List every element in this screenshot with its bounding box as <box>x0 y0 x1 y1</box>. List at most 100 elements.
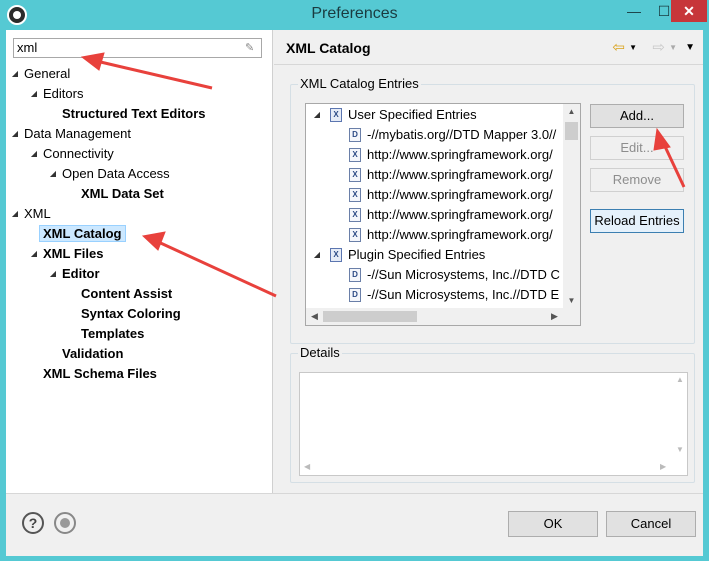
add-button[interactable]: Add... <box>590 104 684 128</box>
button-bar-separator <box>6 493 703 494</box>
catalog-entry-label: -//mybatis.org//DTD Mapper 3.0// <box>367 127 557 142</box>
catalog-entry-label: User Specified Entries <box>348 107 477 122</box>
tree-item-label: Open Data Access <box>62 166 170 181</box>
catalog-entry-row[interactable]: Xhttp://www.springframework.org/ <box>306 185 564 205</box>
tree-item-label: Content Assist <box>81 286 173 301</box>
tree-expand-icon[interactable]: ◢ <box>48 164 58 184</box>
tree-item-label: XML Catalog <box>39 225 126 242</box>
xml-catalog-entries-group: XML Catalog Entries ◢ X User Specified Ent… <box>290 76 695 344</box>
tree-item-label: General <box>24 66 71 81</box>
xsd-file-icon: X <box>349 168 361 182</box>
tree-item[interactable]: Editor <box>62 264 100 284</box>
horizontal-scroll-thumb[interactable] <box>323 311 417 322</box>
title-bar: Preferences — ☐ ✕ <box>0 0 709 30</box>
catalog-entry-row[interactable]: Xhttp://www.springframework.org/ <box>306 145 564 165</box>
edit-button[interactable]: Edit... <box>590 136 684 160</box>
clear-filter-icon[interactable]: ✎ <box>245 41 257 55</box>
tree-item[interactable]: XML <box>24 204 51 224</box>
tree-expand-icon[interactable]: ◢ <box>10 124 20 144</box>
dtd-file-icon: D <box>349 128 361 142</box>
import-export-preferences-icon[interactable] <box>54 512 76 534</box>
tree-expand-icon[interactable]: ◢ <box>29 144 39 164</box>
catalog-entry-label: http://www.springframework.org/ <box>367 187 553 202</box>
remove-button[interactable]: Remove <box>590 168 684 192</box>
tree-item[interactable]: XML Files <box>43 244 103 264</box>
tree-item[interactable]: Syntax Coloring <box>81 304 181 324</box>
tree-item[interactable]: Validation <box>62 344 123 364</box>
catalog-group-row[interactable]: X User Specified Entries <box>306 105 564 125</box>
tree-item[interactable]: Connectivity <box>43 144 114 164</box>
filter-input-text: xml <box>17 40 38 55</box>
window-title: Preferences <box>311 5 398 22</box>
back-arrow-icon[interactable]: ⇦ <box>612 39 625 57</box>
scroll-left-icon[interactable]: ◀ <box>306 308 323 325</box>
details-group-label: Details <box>298 345 342 361</box>
vertical-scrollbar[interactable]: ▲ ▼ <box>563 104 580 309</box>
scroll-right-icon[interactable]: ▶ <box>546 308 563 325</box>
tree-expand-icon[interactable]: ◢ <box>29 244 39 264</box>
tree-item[interactable]: General <box>24 64 70 84</box>
tree-item[interactable]: Open Data Access <box>62 164 170 184</box>
vertical-scroll-thumb[interactable] <box>565 122 578 140</box>
scroll-down-icon[interactable]: ▼ <box>563 293 580 309</box>
catalog-entry-row[interactable]: D -//Sun Microsystems, Inc.//DTD C <box>306 265 564 285</box>
tree-item-label: XML Schema Files <box>43 366 157 381</box>
tree-item-label: Validation <box>62 346 124 361</box>
tree-item-label: XML Files <box>43 246 104 261</box>
tree-item-label: XML <box>24 206 51 221</box>
tree-item[interactable]: Data Management <box>24 124 131 144</box>
catalog-entry-row[interactable]: Xhttp://www.springframework.org/ <box>306 165 564 185</box>
catalog-entry-row[interactable]: Xhttp://www.springframework.org/ <box>306 225 564 245</box>
tree-item[interactable]: Content Assist <box>81 284 172 304</box>
tree-item[interactable]: Templates <box>81 324 144 344</box>
catalog-entry-row[interactable]: D -//mybatis.org//DTD Mapper 3.0// <box>306 125 564 145</box>
tree-expand-icon[interactable]: ◢ <box>10 204 20 224</box>
xsd-file-icon: X <box>349 228 361 242</box>
details-scroll-up-icon[interactable]: ▲ <box>673 375 687 384</box>
ok-button[interactable]: OK <box>508 511 598 537</box>
cancel-button[interactable]: Cancel <box>606 511 696 537</box>
details-text-area[interactable]: ▲ ▼ ◀ ▶ <box>299 372 688 476</box>
page-title: XML Catalog <box>286 40 371 56</box>
details-scroll-left-icon[interactable]: ◀ <box>304 462 310 471</box>
scroll-up-icon[interactable]: ▲ <box>563 104 580 120</box>
forward-arrow-icon[interactable]: ⇨ <box>652 39 665 57</box>
preference-navigation-pane: xml ✎ ◢ General ◢ Editors Structured Text Ed… <box>6 30 273 493</box>
back-dropdown-icon[interactable]: ▼ <box>629 39 637 57</box>
tree-expand-icon[interactable]: ◢ <box>29 84 39 104</box>
xsd-file-icon: X <box>349 148 361 162</box>
details-horizontal-scrollbar[interactable]: ◀ ▶ <box>300 461 689 475</box>
catalog-entries-list[interactable]: ◢ X User Specified Entries D -//mybatis.org/… <box>305 103 581 326</box>
xsd-file-icon: X <box>349 208 361 222</box>
details-scroll-down-icon[interactable]: ▼ <box>673 445 687 454</box>
horizontal-scrollbar[interactable]: ◀ ▶ <box>306 308 580 325</box>
tree-expand-icon[interactable]: ◢ <box>10 64 20 84</box>
tree-item[interactable]: XML Data Set <box>81 184 164 204</box>
dialog-client-area: xml ✎ ◢ General ◢ Editors Structured Text Ed… <box>6 30 703 556</box>
tree-item[interactable]: XML Schema Files <box>43 364 157 384</box>
forward-dropdown-icon[interactable]: ▼ <box>669 39 677 57</box>
reload-entries-button[interactable]: Reload Entries <box>590 209 684 233</box>
catalog-entry-label: http://www.springframework.org/ <box>367 167 553 182</box>
filter-input[interactable]: xml ✎ <box>13 38 262 58</box>
minimize-button[interactable]: — <box>619 0 649 22</box>
title-separator <box>274 64 703 65</box>
tree-expand-icon[interactable]: ◢ <box>48 264 58 284</box>
tree-item-label: Editor <box>62 266 100 281</box>
page-navigation-toolbar: ⇦ ▼ ⇨ ▼ ▼ <box>605 39 695 57</box>
xsd-file-icon: X <box>349 188 361 202</box>
tree-item-label: Editors <box>43 86 84 101</box>
details-vertical-scrollbar[interactable]: ▲ ▼ <box>673 373 687 461</box>
catalog-group-row[interactable]: X Plugin Specified Entries <box>306 245 564 265</box>
close-button[interactable]: ✕ <box>671 0 707 22</box>
tree-item[interactable]: Editors <box>43 84 83 104</box>
catalog-entry-row[interactable]: D -//Sun Microsystems, Inc.//DTD E <box>306 285 564 305</box>
tree-item[interactable]: XML Catalog <box>39 224 126 244</box>
catalog-entry-label: http://www.springframework.org/ <box>367 227 553 242</box>
catalog-entry-row[interactable]: Xhttp://www.springframework.org/ <box>306 205 564 225</box>
details-scroll-right-icon[interactable]: ▶ <box>660 462 666 471</box>
tree-item-label: Data Management <box>24 126 131 141</box>
tree-item[interactable]: Structured Text Editors <box>62 104 206 124</box>
help-icon[interactable]: ? <box>22 512 44 534</box>
view-menu-icon[interactable]: ▼ <box>685 39 695 57</box>
